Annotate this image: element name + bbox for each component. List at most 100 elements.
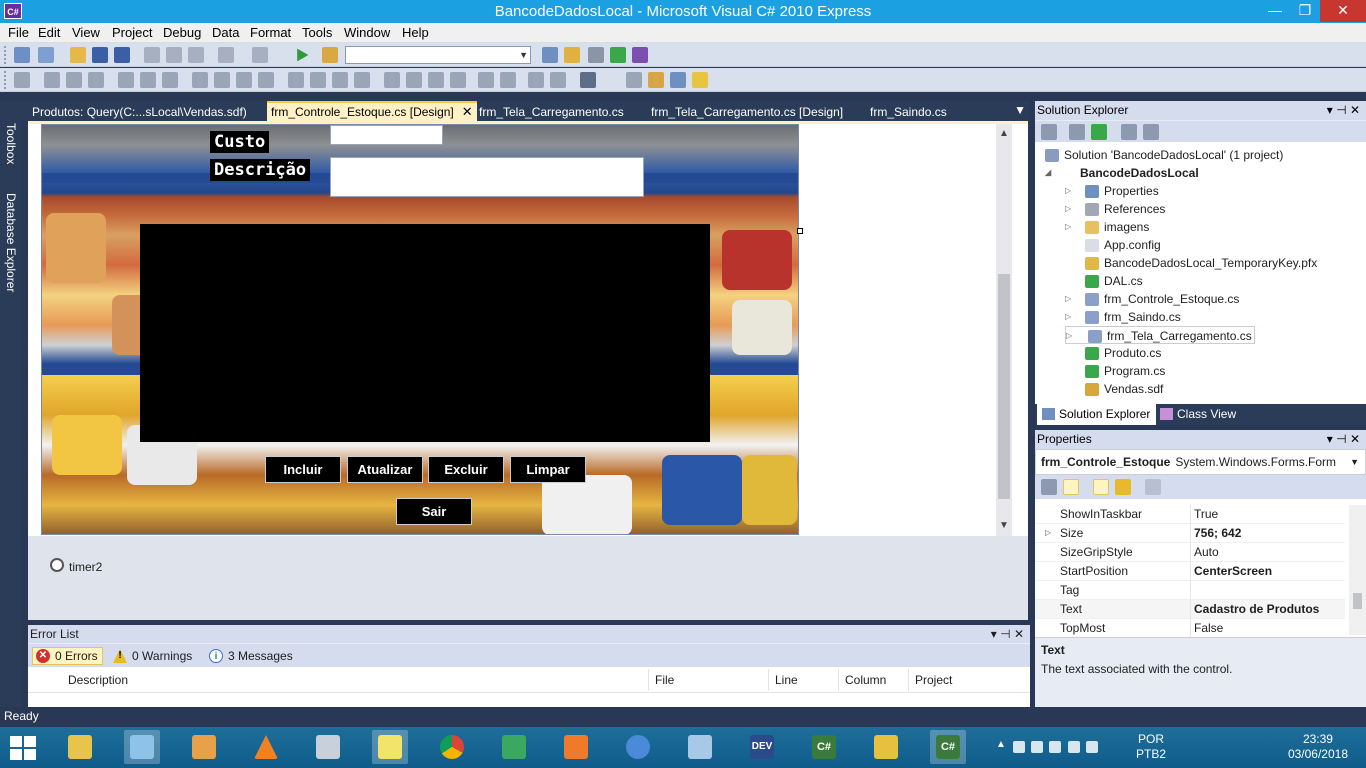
refresh-icon[interactable]: [1091, 124, 1107, 140]
paint-icon[interactable]: [186, 730, 222, 764]
file-explorer-icon[interactable]: [62, 730, 98, 764]
tab-order-icon[interactable]: [580, 72, 596, 88]
cut-icon[interactable]: [144, 47, 160, 63]
menu-file[interactable]: File: [8, 25, 29, 40]
calculator-icon[interactable]: [310, 730, 346, 764]
panel-controls[interactable]: ▾ ⊣ ✕: [1327, 430, 1360, 449]
align-to-grid-icon[interactable]: [14, 72, 30, 88]
alphabetical-icon[interactable]: [1063, 479, 1079, 495]
menu-project[interactable]: Project: [112, 25, 152, 40]
label-descricao[interactable]: Descrição: [210, 159, 311, 181]
properties-scrollbar[interactable]: [1349, 505, 1366, 635]
tree-item-frm-tela-carregamento[interactable]: ▷ frm_Tela_Carregamento.cs: [1065, 326, 1255, 344]
copy-icon[interactable]: [166, 47, 182, 63]
horizontal-spacing-icon[interactable]: [288, 72, 304, 88]
column-column[interactable]: Column: [845, 673, 886, 687]
start-debugging-icon[interactable]: [297, 48, 309, 62]
undo-icon[interactable]: [218, 47, 234, 63]
tab-frm-tela-carregamento-design[interactable]: frm_Tela_Carregamento.cs [Design]: [647, 103, 847, 122]
make-same-height-icon[interactable]: [236, 72, 252, 88]
messages-filter-button[interactable]: i 3 Messages: [205, 647, 298, 665]
start-button-icon[interactable]: [10, 736, 38, 760]
decrease-horizontal-spacing-icon[interactable]: [332, 72, 348, 88]
decrease-vertical-spacing-icon[interactable]: [428, 72, 444, 88]
incluir-button[interactable]: Incluir: [265, 456, 341, 483]
tree-item-imagens[interactable]: ▷ imagens: [1065, 218, 1149, 236]
spreadsheet-icon[interactable]: [496, 730, 532, 764]
prop-row-sizegripstyle[interactable]: SizeGripStyle Auto: [1035, 543, 1345, 562]
vertical-spacing-icon[interactable]: [384, 72, 400, 88]
paste-icon[interactable]: [188, 47, 204, 63]
textbox-custo[interactable]: [330, 125, 443, 145]
sair-button[interactable]: Sair: [396, 498, 472, 525]
menu-data[interactable]: Data: [212, 25, 239, 40]
increase-vertical-spacing-icon[interactable]: [406, 72, 422, 88]
remove-horizontal-spacing-icon[interactable]: [354, 72, 370, 88]
virtualbox-icon[interactable]: [682, 730, 718, 764]
menu-edit[interactable]: Edit: [38, 25, 60, 40]
prop-row-size[interactable]: ▷ Size 756; 642: [1035, 524, 1345, 543]
input-language[interactable]: POR PTB2: [1136, 732, 1166, 762]
view-designer-icon[interactable]: [1143, 124, 1159, 140]
warnings-filter-button[interactable]: ! 0 Warnings: [109, 647, 197, 665]
expanded-icon[interactable]: ◢: [1045, 164, 1051, 182]
redo-icon[interactable]: [252, 47, 268, 63]
toolbar-grip[interactable]: [4, 46, 8, 64]
preview-data-icon[interactable]: [670, 72, 686, 88]
chrome-icon[interactable]: [434, 730, 470, 764]
toolbox-tab[interactable]: Toolbox: [4, 123, 18, 164]
collapsed-icon[interactable]: ▷: [1065, 200, 1071, 218]
scroll-down-icon[interactable]: ▼: [999, 520, 1009, 531]
collapsed-icon[interactable]: ▷: [1066, 327, 1072, 345]
prop-row-tag[interactable]: Tag: [1035, 581, 1345, 600]
align-rights-icon[interactable]: [88, 72, 104, 88]
find-in-files-icon[interactable]: [322, 47, 338, 63]
make-same-size-icon[interactable]: [258, 72, 274, 88]
lock-controls-icon[interactable]: [626, 72, 642, 88]
prop-row-text[interactable]: Text Cadastro de Produtos: [1035, 600, 1345, 619]
clock[interactable]: 23:39 03/06/2018: [1288, 732, 1348, 762]
menu-tools[interactable]: Tools: [302, 25, 332, 40]
categorized-icon[interactable]: [1041, 479, 1057, 495]
add-item-icon[interactable]: [38, 47, 54, 63]
make-same-width-icon[interactable]: [192, 72, 208, 88]
center-horizontally-icon[interactable]: [478, 72, 494, 88]
form-canvas[interactable]: Custo Descrição Incluir Atualizar Exclui…: [41, 124, 799, 535]
flag-tray-icon[interactable]: [1049, 741, 1061, 753]
find-icon[interactable]: [542, 47, 558, 63]
tree-item-pfx[interactable]: BancodeDadosLocal_TemporaryKey.pfx: [1085, 254, 1317, 272]
align-tops-icon[interactable]: [118, 72, 134, 88]
object-browser-icon[interactable]: [610, 47, 626, 63]
column-line[interactable]: Line: [775, 673, 798, 687]
menu-debug[interactable]: Debug: [163, 25, 201, 40]
add-new-data-source-icon[interactable]: [692, 72, 708, 88]
active-files-dropdown-icon[interactable]: ▼: [1014, 103, 1026, 117]
size-to-grid-icon[interactable]: [214, 72, 230, 88]
tree-item-properties[interactable]: ▷ Properties: [1065, 182, 1159, 200]
property-pages-icon[interactable]: [1145, 479, 1161, 495]
bring-to-front-icon[interactable]: [528, 72, 544, 88]
solution-node[interactable]: Solution 'BancodeDadosLocal' (1 project): [1045, 146, 1283, 164]
tab-frm-controle-estoque-design[interactable]: frm_Controle_Estoque.cs [Design] ✕: [267, 101, 477, 122]
save-icon[interactable]: [92, 47, 108, 63]
network-tray-icon[interactable]: [1013, 741, 1025, 753]
limpar-button[interactable]: Limpar: [510, 456, 586, 483]
tab-frm-saindo-cs[interactable]: frm_Saindo.cs: [866, 103, 951, 122]
new-project-icon[interactable]: [14, 47, 30, 63]
toolbar-grip[interactable]: [4, 71, 8, 89]
show-hidden-icons-icon[interactable]: ▲: [996, 739, 1006, 750]
tree-item-dal-cs[interactable]: DAL.cs: [1085, 272, 1143, 290]
view-code-icon[interactable]: [1121, 124, 1137, 140]
tab-produtos-query[interactable]: Produtos: Query(C:...sLocal\Vendas.sdf): [28, 103, 251, 122]
tree-item-vendas-sdf[interactable]: Vendas.sdf: [1085, 380, 1163, 398]
label-custo[interactable]: Custo: [210, 131, 270, 153]
scrollbar-thumb[interactable]: [998, 274, 1010, 499]
expand-icon[interactable]: ▷: [1045, 524, 1051, 542]
vlc-icon[interactable]: [248, 730, 284, 764]
align-bottoms-icon[interactable]: [162, 72, 178, 88]
prop-row-startposition[interactable]: StartPosition CenterScreen: [1035, 562, 1345, 581]
menu-view[interactable]: View: [72, 25, 100, 40]
tab-frm-tela-carregamento-cs[interactable]: frm_Tela_Carregamento.cs: [475, 103, 628, 122]
align-lefts-icon[interactable]: [44, 72, 60, 88]
dev-cpp-icon[interactable]: DEV: [744, 730, 780, 764]
